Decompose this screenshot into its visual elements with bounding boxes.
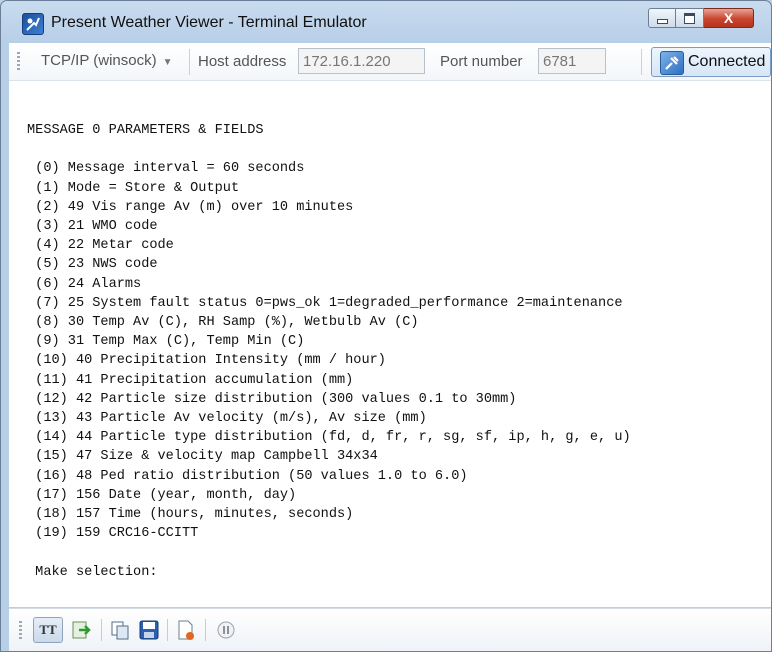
window-title: Present Weather Viewer - Terminal Emulat… bbox=[51, 14, 367, 31]
toolbar-separator bbox=[641, 49, 642, 75]
save-icon[interactable] bbox=[138, 619, 160, 641]
terminal-line: (17) 156 Date (year, month, day) bbox=[27, 487, 297, 503]
app-icon bbox=[22, 13, 44, 35]
toolbar-separator bbox=[167, 619, 168, 641]
close-icon: X bbox=[723, 10, 734, 26]
toolbar-separator bbox=[189, 49, 190, 75]
host-address-label: Host address bbox=[198, 53, 287, 70]
terminal-line: (15) 47 Size & velocity map Campbell 34x… bbox=[27, 449, 378, 465]
copy-icon[interactable] bbox=[109, 619, 131, 641]
protocol-dropdown[interactable]: TCP/IP (winsock) ▼ bbox=[41, 52, 172, 69]
terminal-line: (6) 24 Alarms bbox=[27, 276, 142, 292]
terminal-line: (1) Mode = Store & Output bbox=[27, 180, 240, 196]
terminal-line: (11) 41 Precipitation accumulation (mm) bbox=[27, 372, 354, 388]
host-address-field[interactable]: 172.16.1.220 bbox=[298, 48, 425, 74]
terminal-line: (18) 157 Time (hours, minutes, seconds) bbox=[27, 507, 354, 522]
connection-status-label: Connected bbox=[688, 53, 766, 70]
toolbar-grip-icon[interactable] bbox=[17, 52, 20, 72]
bottom-toolbar: TT bbox=[9, 608, 771, 651]
font-toggle-button[interactable]: TT bbox=[33, 617, 63, 643]
connect-button[interactable]: Connected bbox=[651, 47, 771, 77]
terminal-line: (4) 22 Metar code bbox=[27, 238, 174, 254]
terminal-line: (16) 48 Ped ratio distribution (50 value… bbox=[27, 468, 468, 484]
maximize-icon bbox=[684, 12, 695, 24]
terminal-line: (8) 30 Temp Av (C), RH Samp (%), Wetbulb… bbox=[27, 315, 419, 330]
terminal-line: (9) 31 Temp Max (C), Temp Min (C) bbox=[27, 334, 305, 350]
terminal-line: Make selection: bbox=[27, 564, 158, 580]
pause-icon[interactable] bbox=[215, 619, 237, 641]
minimize-button[interactable] bbox=[648, 8, 676, 28]
terminal-line: (7) 25 System fault status 0=pws_ok 1=de… bbox=[27, 295, 623, 311]
connection-toolbar: TCP/IP (winsock) ▼ Host address 172.16.1.… bbox=[9, 43, 771, 81]
maximize-button[interactable] bbox=[676, 8, 704, 28]
terminal-output[interactable]: MESSAGE 0 PARAMETERS & FIELDS (0) Messag… bbox=[9, 81, 771, 607]
port-number-field[interactable]: 6781 bbox=[538, 48, 606, 74]
terminal-line: (19) 159 CRC16-CCITT bbox=[27, 526, 199, 542]
terminal-line: (14) 44 Particle type distribution (fd, … bbox=[27, 430, 631, 446]
terminal-line: (0) Message interval = 60 seconds bbox=[27, 161, 305, 177]
send-file-icon[interactable] bbox=[71, 619, 93, 641]
terminal-line: MESSAGE 0 PARAMETERS & FIELDS bbox=[27, 123, 264, 138]
close-button[interactable]: X bbox=[704, 8, 754, 28]
terminal-line: (3) 21 WMO code bbox=[27, 219, 158, 234]
terminal-line: (12) 42 Particle size distribution (300 … bbox=[27, 391, 517, 407]
minimize-icon bbox=[656, 19, 668, 24]
plug-icon bbox=[660, 51, 684, 75]
toolbar-separator bbox=[205, 619, 206, 641]
port-number-label: Port number bbox=[440, 53, 523, 70]
toolbar-grip-icon[interactable] bbox=[19, 621, 22, 641]
terminal-line: (13) 43 Particle Av velocity (m/s), Av s… bbox=[27, 411, 427, 426]
toolbar-separator bbox=[101, 619, 102, 641]
terminal-line: (2) 49 Vis range Av (m) over 10 minutes bbox=[27, 199, 354, 215]
title-bar[interactable]: Present Weather Viewer - Terminal Emulat… bbox=[1, 1, 771, 43]
protocol-value: TCP/IP (winsock) bbox=[41, 52, 157, 69]
chevron-down-icon: ▼ bbox=[162, 57, 173, 68]
log-file-icon[interactable] bbox=[175, 619, 197, 641]
terminal-emulator-window: Present Weather Viewer - Terminal Emulat… bbox=[0, 0, 772, 652]
terminal-line: (10) 40 Precipitation Intensity (mm / ho… bbox=[27, 353, 386, 369]
terminal-line: (5) 23 NWS code bbox=[27, 257, 158, 273]
